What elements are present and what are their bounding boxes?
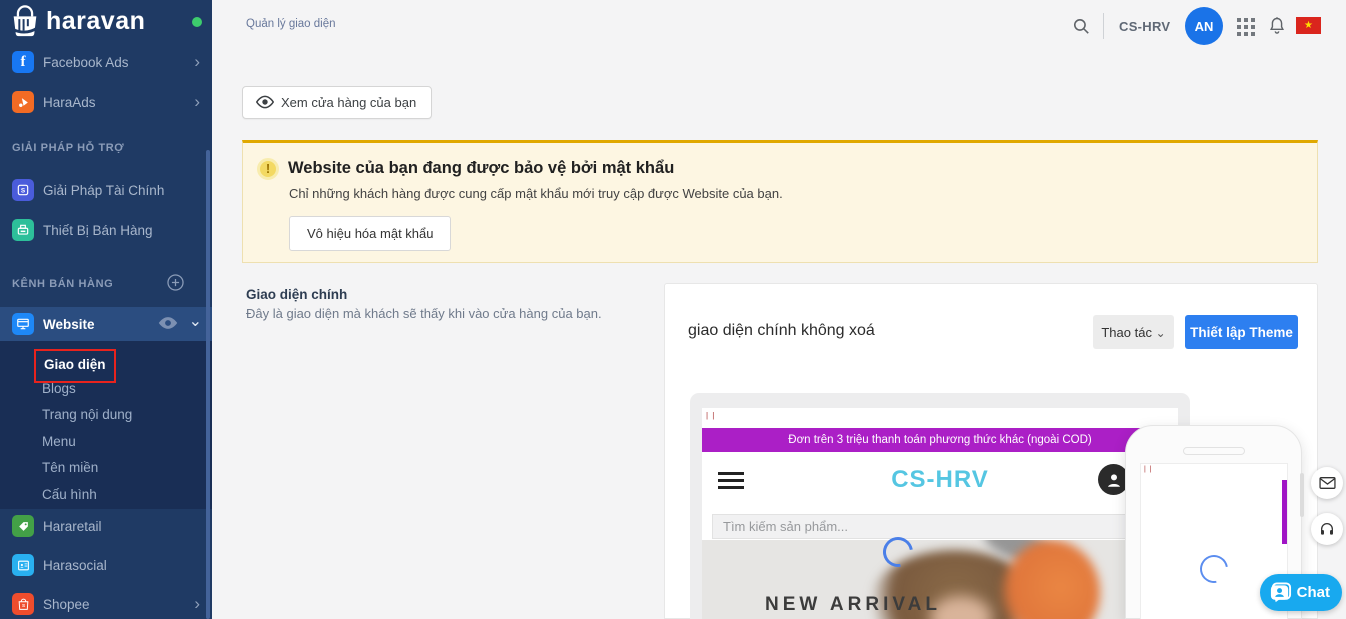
phone-purple-bar <box>1282 480 1287 544</box>
actions-label: Thao tác <box>1101 324 1152 340</box>
chat-label: Chat <box>1296 584 1330 601</box>
sidebar-item-label: Website <box>43 316 95 332</box>
submenu-item-menu[interactable]: Menu <box>0 429 212 456</box>
sidebar-item-facebook-ads[interactable]: f Facebook Ads › <box>0 45 212 79</box>
submenu-item-label: Giao diện <box>44 357 106 372</box>
phone-side-button <box>1300 473 1304 517</box>
breadcrumb: Quản lý giao diện <box>246 18 336 30</box>
chat-button[interactable]: Chat <box>1260 574 1342 611</box>
disable-password-button[interactable]: Vô hiệu hóa mật khẩu <box>289 216 452 251</box>
sidebar-item-thiet-bi[interactable]: Thiết Bị Bán Hàng <box>0 213 212 247</box>
chevron-right-icon: › <box>194 594 200 613</box>
support-headset-button[interactable] <box>1311 513 1343 545</box>
sidebar-item-haraads[interactable]: HaraAds › <box>0 85 212 119</box>
eye-icon[interactable] <box>158 315 178 336</box>
sidebar-item-label: Hararetail <box>43 518 102 534</box>
haravan-logo[interactable]: haravan <box>0 0 212 45</box>
add-channel-button[interactable] <box>166 273 185 297</box>
sidebar-item-label: Harasocial <box>43 557 107 573</box>
haravan-wordmark: haravan <box>46 7 146 35</box>
submenu-item-ten-mien[interactable]: Tên miền <box>0 455 212 482</box>
apps-grid-icon[interactable] <box>1237 18 1255 41</box>
app-window: haravan f Facebook Ads › HaraAds › GIẢI … <box>0 0 1346 619</box>
desktop-screen: | | Đơn trên 3 triệu thanh toán phương t… <box>702 408 1178 619</box>
sidebar-item-tai-chinh[interactable]: S Giải Pháp Tài Chính <box>0 173 212 207</box>
chat-icon <box>1269 581 1292 609</box>
svg-text:S: S <box>21 603 24 608</box>
website-icon <box>12 313 34 335</box>
sidebar-item-shopee[interactable]: S Shopee › <box>0 587 212 619</box>
submenu-item-cau-hinh[interactable]: Cấu hình <box>0 482 212 509</box>
harasocial-icon <box>12 554 34 576</box>
section-title: Giao diện chính <box>246 287 348 302</box>
preview-header: CS-HRV <box>702 452 1178 511</box>
preview-promo-banner: Đơn trên 3 triệu thanh toán phương thức … <box>702 428 1178 452</box>
chrome-marks: | | <box>1144 466 1153 473</box>
headphones-icon <box>1321 523 1333 535</box>
topbar-divider <box>1103 13 1104 39</box>
avatar[interactable]: AN <box>1185 7 1223 45</box>
chevron-right-icon: › <box>194 92 200 111</box>
sidebar: haravan f Facebook Ads › HaraAds › GIẢI … <box>0 0 212 619</box>
search-icon[interactable] <box>1072 17 1091 41</box>
actions-dropdown-button[interactable]: Thao tác ⌄ <box>1093 315 1174 349</box>
password-warning-banner: ! Website của bạn đang được bảo vệ bởi m… <box>242 140 1318 263</box>
sidebar-item-label: Giải Pháp Tài Chính <box>43 182 165 198</box>
submenu-item-trang-noi-dung[interactable]: Trang nội dung <box>0 402 212 429</box>
chevron-down-icon[interactable]: ⌄ <box>189 311 202 331</box>
finance-icon: S <box>12 179 34 201</box>
sidebar-item-hararetail[interactable]: Hararetail <box>0 509 212 543</box>
eye-icon <box>256 95 274 109</box>
chevron-right-icon: › <box>194 52 200 71</box>
sidebar-section-support: GIẢI PHÁP HỖ TRỢ <box>12 142 125 154</box>
sidebar-item-label: Facebook Ads <box>43 54 129 70</box>
language-flag-vietnam[interactable]: ★ <box>1296 17 1321 34</box>
svg-text:S: S <box>21 188 26 195</box>
setup-theme-button[interactable]: Thiết lập Theme <box>1185 315 1298 349</box>
sidebar-item-label: Shopee <box>43 596 90 612</box>
warning-icon: ! <box>257 158 279 180</box>
hararetail-icon <box>12 515 34 537</box>
bell-icon[interactable] <box>1267 15 1287 42</box>
sidebar-scrollbar[interactable] <box>206 150 210 619</box>
sidebar-item-label: HaraAds <box>43 94 96 110</box>
section-description: Đây là giao diện mà khách sẽ thấy khi và… <box>246 306 602 321</box>
flag-star-icon: ★ <box>1304 20 1313 31</box>
caret-down-icon: ⌄ <box>1155 325 1166 340</box>
sidebar-item-label: Thiết Bị Bán Hàng <box>43 222 153 238</box>
warning-title: Website của bạn đang được bảo vệ bởi mật… <box>288 159 675 177</box>
preview-hero: NEW ARRIVAL <box>702 540 1178 619</box>
sidebar-item-website[interactable]: Website ⌄ <box>0 307 212 341</box>
hero-text: NEW ARRIVAL <box>765 594 941 615</box>
shopee-icon: S <box>12 593 34 615</box>
submenu-item-giao-dien[interactable]: Giao diện <box>0 349 212 383</box>
email-support-button[interactable] <box>1311 467 1343 499</box>
warning-description: Chỉ những khách hàng được cung cấp mật k… <box>289 186 783 201</box>
phone-speaker <box>1183 447 1245 455</box>
pos-device-icon <box>12 219 34 241</box>
chrome-marks: | | <box>706 411 716 420</box>
org-name[interactable]: CS-HRV <box>1119 19 1170 34</box>
sidebar-item-harasocial[interactable]: Harasocial <box>0 548 212 582</box>
status-dot <box>192 17 202 27</box>
sidebar-section-channels: KÊNH BÁN HÀNG <box>12 278 114 290</box>
theme-name: giao diện chính không xoá <box>688 322 875 339</box>
facebook-icon: f <box>12 51 34 73</box>
view-store-label: Xem cửa hàng của bạn <box>281 95 417 110</box>
preview-search-bar: Tìm kiếm sản phẩm... <box>712 514 1168 539</box>
website-submenu: Giao diện Blogs Trang nội dung Menu Tên … <box>0 341 212 509</box>
view-store-button[interactable]: Xem cửa hàng của bạn <box>242 86 433 119</box>
envelope-icon <box>1318 477 1336 489</box>
loading-spinner <box>1194 549 1234 589</box>
haraads-icon <box>12 91 34 113</box>
theme-preview-desktop: | | Đơn trên 3 triệu thanh toán phương t… <box>690 393 1190 619</box>
haravan-bag-icon <box>8 4 42 45</box>
